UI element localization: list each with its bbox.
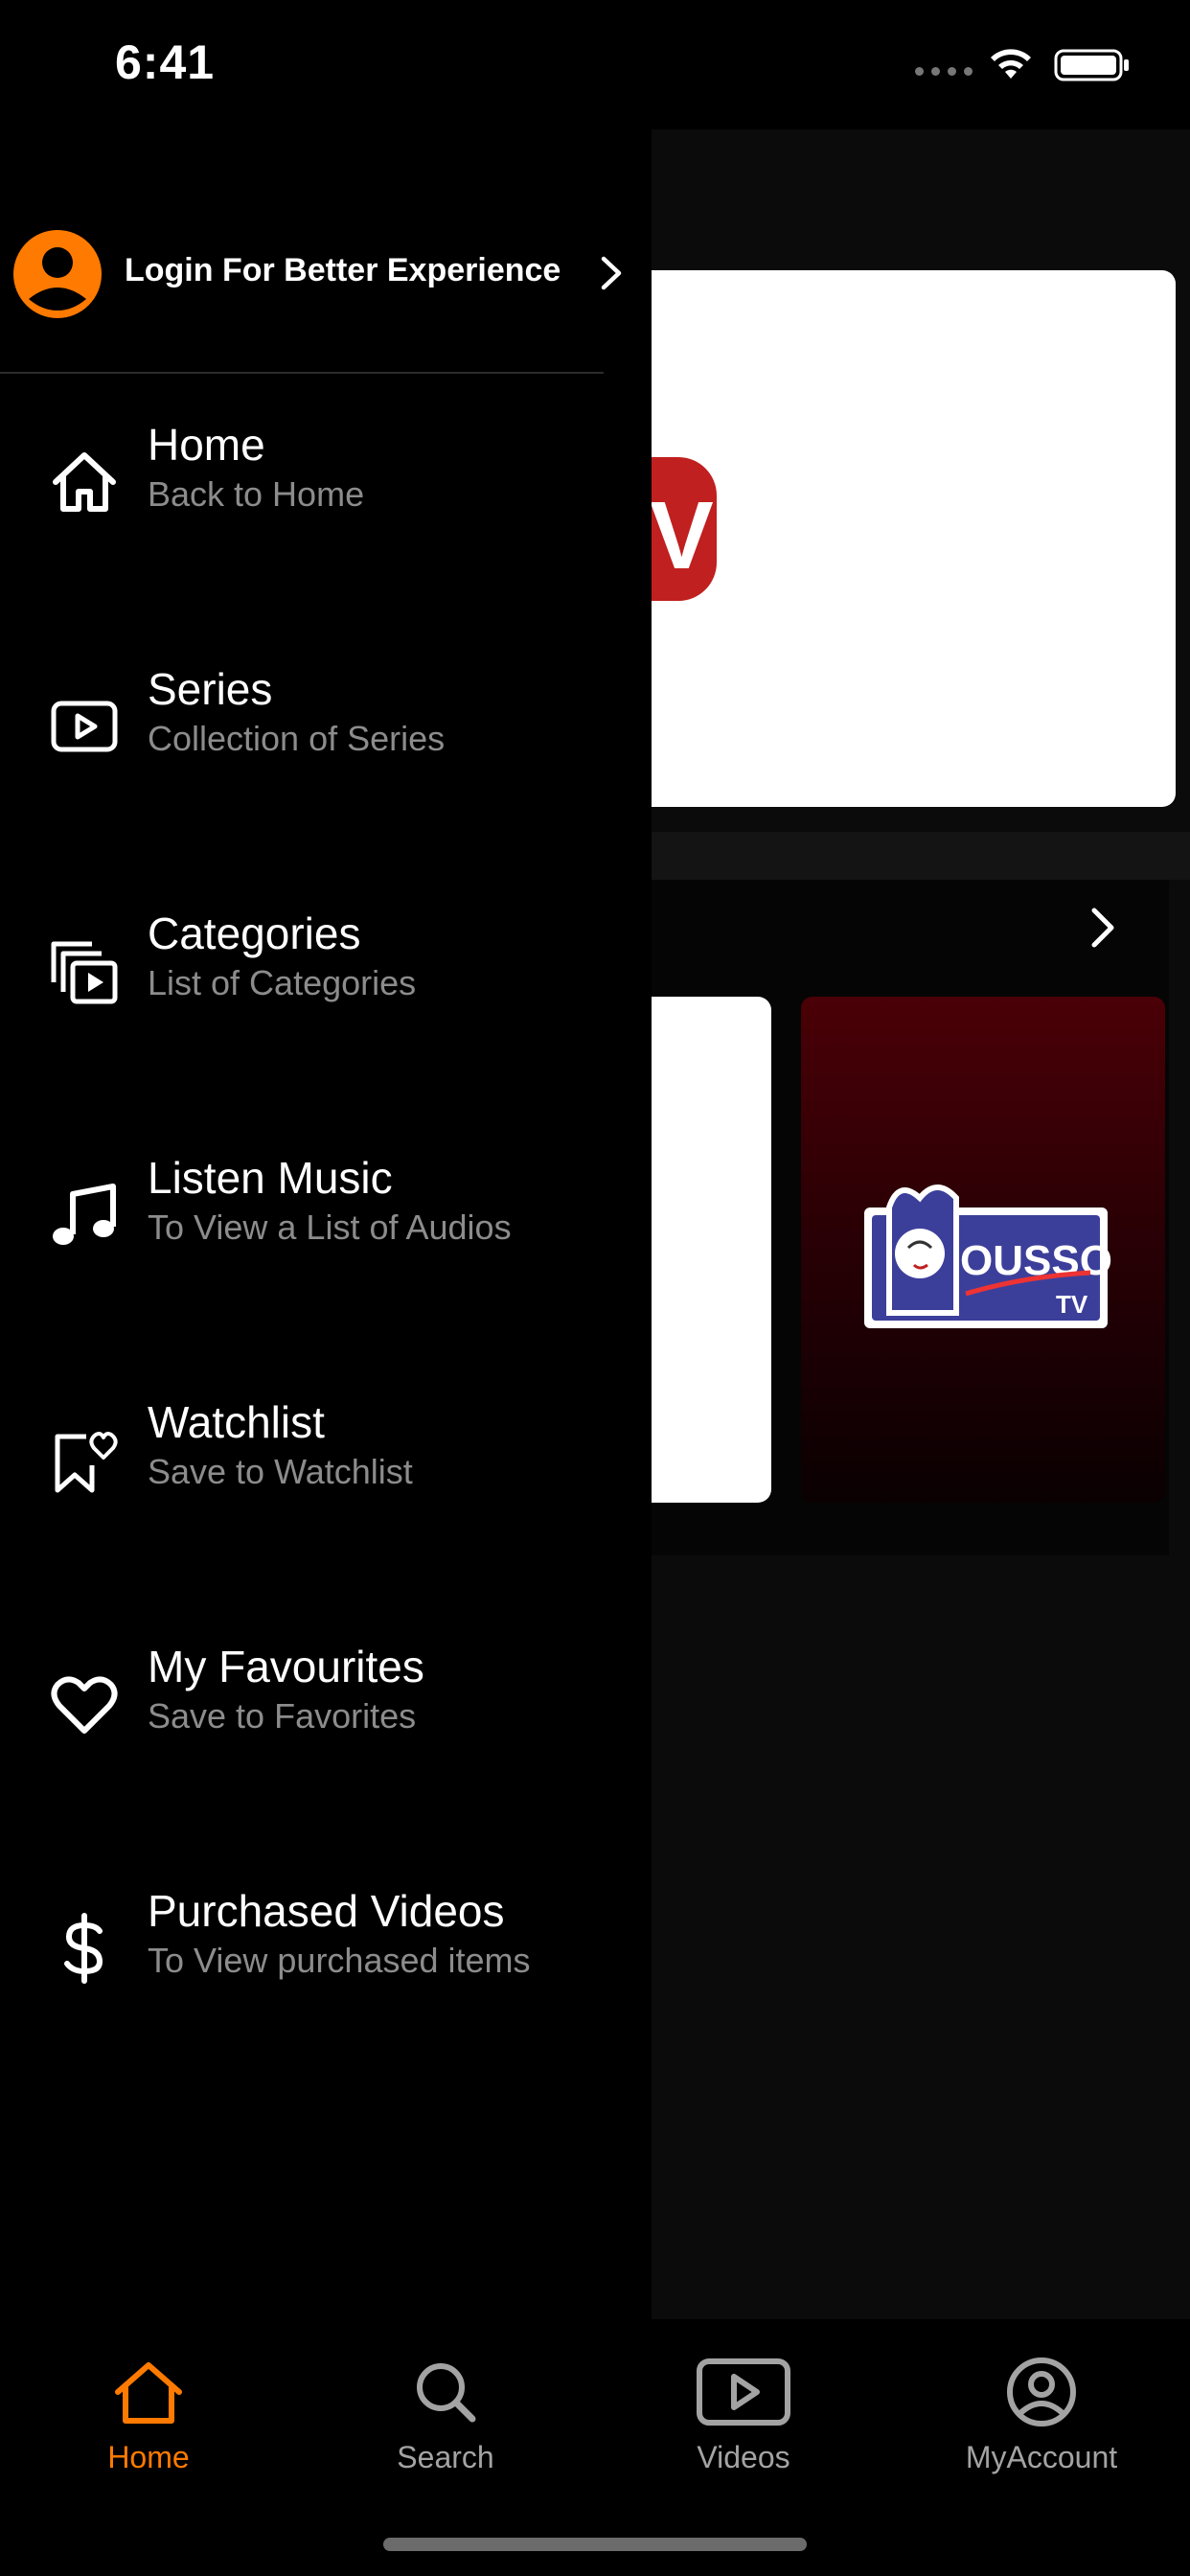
nav-tab-search[interactable]: Search — [326, 2319, 565, 2492]
music-note-icon — [53, 1184, 116, 1245]
home-icon — [53, 452, 116, 512]
stacked-play-icon — [51, 941, 118, 1004]
featured-banner[interactable]: V — [575, 270, 1176, 807]
home-indicator — [383, 2538, 807, 2551]
menu-item-subtitle: To View purchased items — [148, 1941, 531, 1980]
menu-item-title: Watchlist — [148, 1397, 325, 1447]
login-chevron-right-icon[interactable] — [596, 251, 627, 295]
mousso-tv-logo: OUSSO TV — [864, 1184, 1111, 1328]
nav-label: Home — [107, 2440, 190, 2474]
login-prompt-text: Login For Better Experience — [125, 252, 561, 288]
menu-item-title: Home — [148, 420, 265, 470]
navigation-drawer: Login For Better Experience Home Back to… — [0, 129, 652, 2576]
menu-item-watchlist[interactable]: Watchlist Save to Watchlist — [0, 1394, 652, 1567]
section-chevron-right-icon[interactable] — [1083, 901, 1123, 954]
account-circle-icon — [1007, 2358, 1076, 2426]
menu-item-my-favourites[interactable]: My Favourites Save to Favorites — [0, 1639, 652, 1811]
search-icon — [417, 2363, 476, 2423]
menu-item-title: Purchased Videos — [148, 1886, 505, 1936]
dollar-icon — [64, 1913, 103, 1984]
nav-label: Search — [397, 2440, 494, 2474]
mousso-tv-card[interactable]: OUSSO TV — [801, 997, 1165, 1503]
section-divider-strip — [575, 832, 1190, 880]
menu-item-title: My Favourites — [148, 1642, 424, 1691]
play-rectangle-icon — [51, 701, 118, 752]
signal-icon — [915, 67, 973, 76]
menu-item-categories[interactable]: Categories List of Categories — [0, 906, 652, 1078]
play-rectangle-icon — [697, 2358, 790, 2426]
status-bar: 6:41 — [0, 0, 1190, 129]
user-avatar-icon — [13, 230, 102, 318]
menu-item-subtitle: Back to Home — [148, 474, 365, 514]
heart-icon — [51, 1676, 118, 1734]
menu-item-title: Listen Music — [148, 1153, 393, 1203]
menu-item-title: Series — [148, 664, 273, 714]
banner-logo-letter: V — [650, 482, 714, 589]
bookmark-heart-icon — [55, 1432, 118, 1493]
nav-label: Videos — [697, 2440, 790, 2474]
drawer-divider — [0, 372, 604, 374]
menu-item-subtitle: Save to Watchlist — [148, 1452, 413, 1491]
nav-label: MyAccount — [965, 2440, 1118, 2474]
nav-tab-videos[interactable]: Videos — [624, 2319, 863, 2492]
menu-item-subtitle: List of Categories — [148, 963, 417, 1002]
nav-tab-myaccount[interactable]: MyAccount — [922, 2319, 1161, 2492]
mousso-logo-subtext: TV — [1056, 1290, 1088, 1319]
menu-item-series[interactable]: Series Collection of Series — [0, 661, 652, 834]
menu-item-home[interactable]: Home Back to Home — [0, 417, 652, 589]
battery-icon — [1054, 49, 1129, 81]
menu-item-listen-music[interactable]: Listen Music To View a List of Audios — [0, 1150, 652, 1322]
status-time: 6:41 — [115, 35, 216, 89]
menu-item-subtitle: To View a List of Audios — [148, 1208, 512, 1247]
wifi-icon — [991, 49, 1031, 79]
menu-item-title: Categories — [148, 908, 361, 958]
menu-item-subtitle: Save to Favorites — [148, 1696, 417, 1736]
menu-item-subtitle: Collection of Series — [148, 719, 446, 758]
menu-item-purchased-videos[interactable]: Purchased Videos To View purchased items — [0, 1883, 652, 2056]
home-icon — [115, 2362, 182, 2424]
nav-tab-home[interactable]: Home — [29, 2319, 268, 2492]
